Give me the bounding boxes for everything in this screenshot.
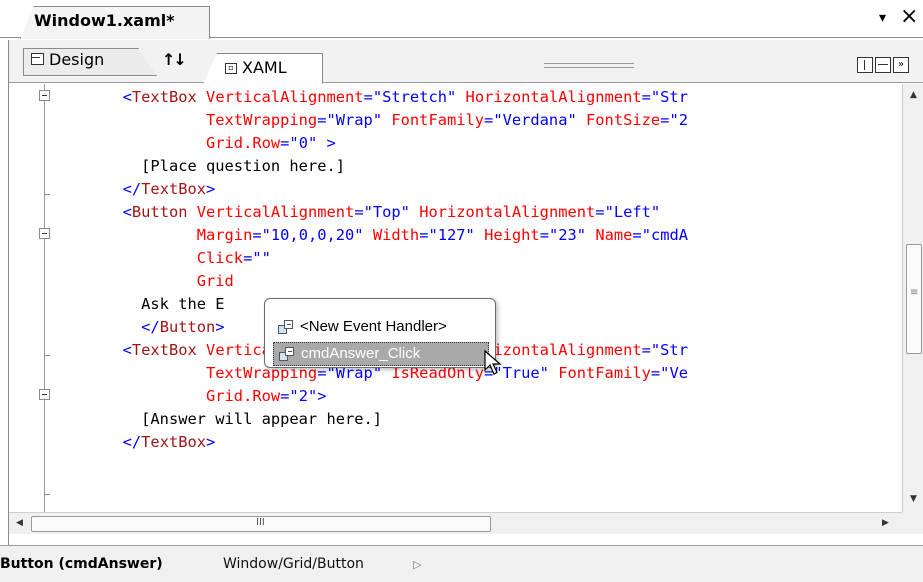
scroll-right-arrow-icon[interactable]: ▶ [882,518,889,528]
code-line[interactable]: Grid [67,270,234,293]
breadcrumb-arrow-icon[interactable]: ▷ [413,558,421,571]
tab-menu-dropdown-icon[interactable]: ▾ [879,10,886,26]
xaml-view-icon: ▫ [225,63,237,74]
vertical-split-button[interactable] [857,57,873,73]
document-tab-title: Window1.xaml* [34,11,175,30]
document-tab-strip: Window1.xaml* ▾ × [0,0,923,39]
code-line[interactable]: </TextBox> [67,178,216,201]
outline-line [44,84,45,512]
code-line[interactable]: TextWrapping="Wrap" FontFamily="Verdana"… [67,109,688,132]
code-line[interactable]: <TextBox VerticalAlignment="Stretch" Hor… [67,86,688,109]
scroll-up-arrow-icon[interactable]: ▲ [910,90,917,100]
scroll-left-arrow-icon[interactable]: ◀ [16,518,23,528]
outline-gutter [9,84,55,512]
intellisense-item-label: cmdAnswer_Click [301,345,421,362]
region-end-marker [44,355,50,356]
horizontal-split-button[interactable] [875,57,891,73]
horizontal-scroll-thumb[interactable]: III [31,516,491,532]
code-line[interactable]: [Place question here.] [67,155,345,178]
scroll-grip: III [256,517,265,528]
tab-design-label[interactable]: Design [49,50,104,69]
collapse-region-icon[interactable] [39,228,50,239]
element-path-breadcrumb[interactable]: Window/Grid/Button [223,556,364,572]
view-tab-strip: Design ↑↓ ▫ XAML » [9,40,923,84]
swap-panes-button[interactable]: ↑↓ [162,50,187,69]
pane-splitter-grip[interactable] [544,63,634,68]
status-bar: Button (cmdAnswer) Window/Grid/Button ▷ [0,545,923,582]
mouse-pointer-icon [484,349,502,375]
scroll-down-arrow-icon[interactable]: ▼ [910,494,917,504]
selected-element-label: Button (cmdAnswer) [0,556,163,572]
tab-xaml-label[interactable]: XAML [242,58,287,77]
code-line[interactable]: Grid.Row="0" > [67,132,336,155]
code-line[interactable]: Grid.Row="2"> [67,385,327,408]
intellisense-popup: <New Event Handler> cmdAnswer_Click [264,298,496,368]
code-line[interactable]: Ask the E [67,293,224,316]
code-line[interactable]: [Answer will appear here.] [67,408,382,431]
code-line[interactable]: Click="" [67,247,271,270]
collapse-pane-button[interactable]: » [893,57,909,73]
scrollbar-corner [902,512,923,534]
xaml-designer-pane: Design ↑↓ ▫ XAML » <TextBox VerticalAlig… [8,40,923,545]
horizontal-scrollbar[interactable]: ◀ III ▶ [9,512,902,534]
region-end-marker [44,194,50,195]
close-document-icon[interactable]: × [900,6,918,28]
event-handler-icon [278,320,294,335]
code-line[interactable]: </Button> [67,316,224,339]
intellisense-item-cmdanswer-click[interactable]: cmdAnswer_Click [273,342,489,366]
design-view-icon [31,53,44,65]
vertical-scrollbar[interactable]: ▲ ▼ [902,84,923,512]
collapse-region-icon[interactable] [39,90,50,101]
code-line[interactable]: Margin="10,0,0,20" Width="127" Height="2… [67,224,688,247]
vertical-scroll-thumb[interactable] [906,244,922,354]
intellisense-item-label: <New Event Handler> [300,318,447,335]
region-end-marker [44,494,50,495]
collapse-region-icon[interactable] [39,389,50,400]
code-line[interactable]: <Button VerticalAlignment="Top" Horizont… [67,201,661,224]
event-handler-icon [279,347,295,362]
code-line[interactable]: </TextBox> [67,431,216,454]
intellisense-item-new-event-handler[interactable]: <New Event Handler> [273,316,489,340]
